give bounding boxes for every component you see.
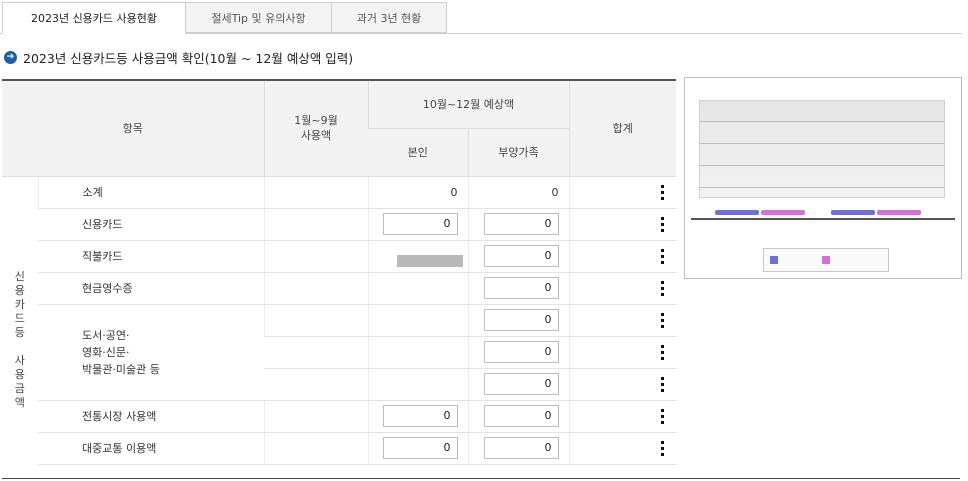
dependents-input[interactable]: 0 — [483, 404, 559, 427]
self-cell: 0 — [367, 208, 468, 241]
total-cell — [568, 400, 676, 433]
more-icon[interactable] — [661, 280, 664, 299]
chart-legend — [763, 248, 889, 272]
total-cell — [568, 336, 676, 369]
jan-sep-cell — [263, 208, 368, 241]
tab-label: 절세Tip 및 유의사항 — [211, 12, 306, 25]
self-cell — [367, 368, 468, 401]
chart-axis — [691, 218, 955, 220]
dependents-cell: 0 — [467, 400, 569, 433]
dependents-cell: 0 — [467, 272, 569, 305]
dependents-value: 0 — [467, 176, 569, 209]
self-cell — [367, 336, 468, 369]
bottom-divider — [2, 478, 960, 479]
jan-sep-cell — [264, 336, 368, 369]
total-cell — [568, 272, 676, 305]
header-jan-sep: 1월~9월 사용액 — [263, 79, 368, 177]
dependents-input[interactable]: 0 — [483, 244, 559, 267]
tab-credit-card-usage[interactable]: 2023년 신용카드 사용현황 — [2, 2, 186, 34]
self-cell — [367, 272, 468, 305]
self-value: 0 — [367, 176, 468, 209]
tab-past-3-years[interactable]: 과거 3년 현황 — [331, 2, 447, 33]
more-icon[interactable] — [661, 440, 664, 459]
jan-sep-cell — [263, 272, 368, 305]
jan-sep-cell — [263, 240, 368, 273]
row-label: 신용카드 — [38, 208, 264, 241]
tab-label: 2023년 신용카드 사용현황 — [30, 12, 158, 25]
legend-swatch — [770, 256, 778, 264]
chart-bar — [715, 210, 759, 215]
self-input[interactable]: 0 — [382, 404, 458, 427]
group-label: 신 용 카 드 등 사 용 금 액 — [14, 270, 25, 410]
total-cell — [568, 304, 676, 337]
dependents-cell: 0 — [467, 208, 569, 241]
more-icon[interactable] — [661, 408, 664, 427]
total-cell — [568, 240, 676, 273]
section-title-text: 2023년 신용카드등 사용금액 확인(10월 ~ 12월 예상액 입력) — [23, 50, 354, 66]
header-total: 합계 — [568, 79, 676, 177]
chart-bar — [877, 210, 921, 215]
row-label: 전통시장 사용액 — [38, 400, 264, 433]
more-icon[interactable] — [661, 312, 664, 331]
jan-sep-cell — [263, 400, 368, 433]
total-cell — [568, 208, 676, 241]
self-cell — [367, 240, 468, 273]
jan-sep-cell — [263, 176, 368, 209]
jan-sep-cell — [263, 304, 368, 337]
chart-bar — [761, 210, 805, 215]
blurred-value — [396, 254, 463, 267]
dependents-input[interactable]: 0 — [483, 308, 559, 331]
row-label: 직불카드 — [38, 240, 264, 273]
row-label: 현금영수증 — [38, 272, 264, 305]
section-title: ➔ 2023년 신용카드등 사용금액 확인(10월 ~ 12월 예상액 입력) — [4, 48, 353, 66]
arrow-right-icon: ➔ — [4, 50, 17, 64]
dependents-cell: 0 — [467, 240, 569, 273]
total-cell — [568, 432, 676, 465]
legend-swatch — [822, 256, 830, 264]
self-cell: 0 — [367, 400, 468, 433]
row-label: 대중교통 이용액 — [38, 432, 264, 465]
total-cell — [568, 368, 676, 401]
dependents-cell: 0 — [467, 336, 569, 369]
row-label: 도서·공연· 영화·신문· 박물관·미술관 등 — [38, 304, 264, 401]
total-cell — [568, 176, 676, 209]
chart-bar — [831, 210, 875, 215]
more-icon[interactable] — [661, 216, 664, 235]
more-icon[interactable] — [661, 184, 664, 203]
dependents-input[interactable]: 0 — [483, 372, 559, 395]
jan-sep-cell — [263, 432, 368, 465]
row-label: 소계 — [37, 176, 264, 209]
chart-plot-area — [699, 100, 945, 198]
more-icon[interactable] — [661, 248, 664, 267]
self-input[interactable]: 0 — [382, 436, 458, 459]
more-icon[interactable] — [661, 376, 664, 395]
dependents-cell: 0 — [467, 304, 569, 337]
more-icon[interactable] — [661, 344, 664, 363]
tab-tax-tips[interactable]: 절세Tip 및 유의사항 — [185, 2, 332, 33]
self-cell — [367, 304, 468, 337]
dependents-input[interactable]: 0 — [483, 276, 559, 299]
self-cell: 0 — [367, 432, 468, 465]
tab-label: 과거 3년 현황 — [356, 12, 422, 25]
dependents-input[interactable]: 0 — [483, 212, 559, 235]
dependents-input[interactable]: 0 — [483, 340, 559, 363]
usage-table: 항목 1월~9월 사용액 10월~12월 예상액 합계 본인 부양가족 신 용 … — [2, 79, 676, 465]
header-oct-dec: 10월~12월 예상액 — [367, 79, 569, 129]
jan-sep-cell — [264, 368, 368, 401]
usage-chart — [684, 77, 962, 279]
dependents-cell: 0 — [467, 368, 569, 401]
dependents-cell: 0 — [467, 432, 569, 465]
header-self: 본인 — [368, 128, 468, 177]
self-input[interactable]: 0 — [382, 212, 458, 235]
header-item: 항목 — [2, 79, 264, 177]
dependents-input[interactable]: 0 — [483, 436, 559, 459]
tab-bar: 2023년 신용카드 사용현황 절세Tip 및 유의사항 과거 3년 현황 — [0, 0, 962, 34]
header-dependents: 부양가족 — [467, 128, 569, 177]
